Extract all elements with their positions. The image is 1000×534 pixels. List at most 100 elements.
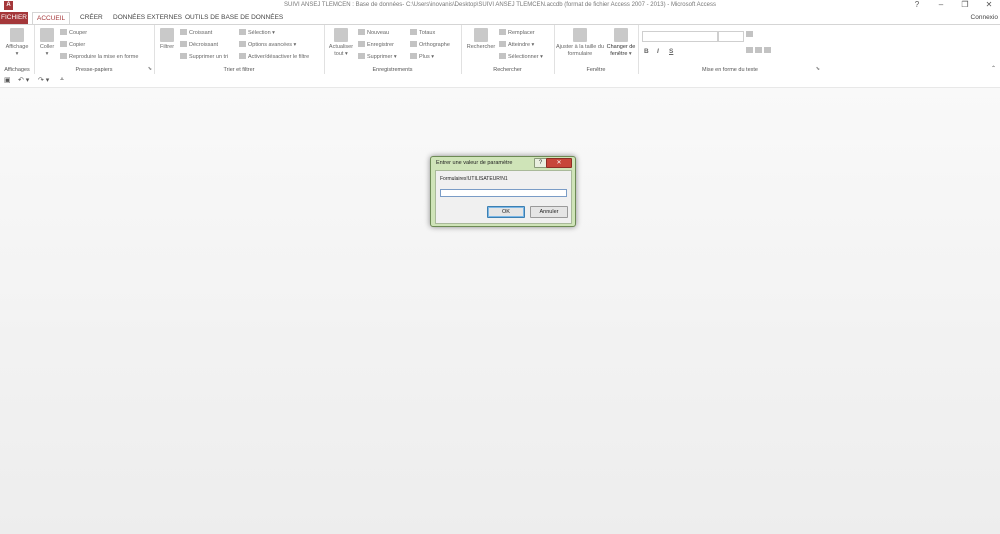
italic-button[interactable]: I: [657, 48, 659, 55]
undo-icon[interactable]: ↶ ▾: [18, 76, 29, 84]
refresh-all-label: Actualiser tout: [328, 44, 354, 57]
tab-external-data[interactable]: DONNÉES EXTERNES: [109, 12, 186, 24]
replace-button[interactable]: Remplacer: [499, 29, 535, 36]
more-icon: [410, 53, 417, 59]
font-name-select[interactable]: [642, 31, 718, 42]
sign-in-link[interactable]: Connexio: [971, 14, 998, 21]
underline-button[interactable]: S: [669, 48, 673, 55]
bullets-button[interactable]: [746, 31, 755, 38]
minimize-icon[interactable]: –: [936, 0, 946, 9]
align-buttons[interactable]: [746, 47, 773, 54]
text-formatting-group: B I S Mise en forme du texte ⬊: [638, 25, 822, 74]
align-center-icon: [755, 47, 762, 53]
sort-ascending-button[interactable]: Croissant: [180, 29, 212, 36]
customize-toolbar-icon[interactable]: ⩡: [60, 76, 64, 84]
tab-file[interactable]: FICHIER: [0, 12, 28, 24]
select-button[interactable]: Sélectionner ▾: [499, 53, 543, 60]
totals-button[interactable]: Totaux: [410, 29, 435, 36]
binoculars-icon: [474, 28, 488, 42]
tab-create[interactable]: CRÉER: [76, 12, 107, 24]
delete-record-label: Supprimer: [367, 54, 393, 60]
copy-icon: [60, 41, 67, 47]
goto-button[interactable]: Atteindre ▾: [499, 41, 534, 48]
bold-button[interactable]: B: [644, 48, 649, 55]
sort-descending-button[interactable]: Décroissant: [180, 41, 218, 48]
advanced-filter-label: Options avancées: [248, 42, 293, 48]
ok-button[interactable]: OK: [487, 206, 525, 218]
workspace: [0, 88, 1000, 534]
save-record-label: Enregistrer: [367, 42, 394, 48]
toggle-filter-label: Activer/désactiver le filtre: [248, 54, 310, 60]
delete-record-button[interactable]: Supprimer ▾: [358, 53, 397, 60]
view-button[interactable]: Affichage ▾: [2, 28, 32, 58]
dialog-title: Entrer une valeur de paramètre: [436, 160, 513, 166]
restore-icon[interactable]: ❐: [960, 0, 970, 9]
cancel-button[interactable]: Annuler: [530, 206, 568, 218]
fit-to-form-button[interactable]: Ajuster à la taille du formulaire: [556, 28, 604, 58]
cut-button[interactable]: Couper: [60, 29, 87, 36]
copy-button[interactable]: Copier: [60, 41, 85, 48]
font-size-select[interactable]: [718, 31, 744, 42]
toggle-filter-icon: [239, 53, 246, 59]
replace-icon: [499, 29, 506, 35]
sort-filter-group: Filtrer Croissant Décroissant Supprimer …: [154, 25, 325, 74]
toggle-filter-button[interactable]: Activer/désactiver le filtre: [239, 53, 309, 60]
select-icon: [499, 53, 506, 59]
advanced-filter-button[interactable]: Options avancées ▾: [239, 41, 296, 48]
selection-filter-icon: [239, 29, 246, 35]
copy-label: Copier: [69, 42, 86, 48]
filter-button[interactable]: Filtrer: [157, 28, 177, 51]
advanced-filter-icon: [239, 41, 246, 47]
sigma-icon: [410, 29, 417, 35]
records-group-label: Enregistrements: [372, 67, 413, 73]
collapse-ribbon-icon[interactable]: ⌃: [991, 65, 996, 72]
goto-label: Atteindre: [508, 42, 531, 48]
save-icon: [358, 41, 365, 47]
dialog-close-icon[interactable]: ✕: [546, 158, 572, 168]
ribbon: Affichage ▾ Affichages Coller ▾ Couper Cop…: [0, 24, 1000, 75]
window-group: Ajuster à la taille du formulaire Change…: [554, 25, 639, 74]
find-button[interactable]: Rechercher: [464, 28, 498, 51]
parameter-dialog: Entrer une valeur de paramètre ? ✕ Formu…: [430, 156, 576, 227]
more-button[interactable]: Plus ▾: [410, 53, 434, 60]
select-label: Sélectionner: [508, 54, 539, 60]
refresh-all-button[interactable]: Actualiser tout ▾: [327, 28, 355, 58]
fit-form-icon: [573, 28, 587, 42]
window-group-label: Fenêtre: [586, 67, 606, 73]
save-icon[interactable]: ▣: [4, 76, 11, 84]
align-left-icon: [746, 47, 753, 53]
records-group: Actualiser tout ▾ Nouveau Enregistrer Su…: [324, 25, 462, 74]
switch-windows-icon: [614, 28, 628, 42]
tab-database-tools[interactable]: OUTILS DE BASE DE DONNÉES: [181, 12, 287, 24]
spelling-button[interactable]: Orthographe: [410, 41, 450, 48]
dialog-launcher-icon[interactable]: ⬊: [148, 66, 152, 72]
redo-icon[interactable]: ↷ ▾: [38, 76, 49, 84]
switch-windows-label: Changer de fenêtre: [606, 44, 636, 57]
format-painter-button[interactable]: Reproduire la mise en forme: [60, 53, 138, 60]
clipboard-group-label: Presse-papiers: [75, 67, 113, 73]
views-group-label: Affichages: [4, 67, 30, 73]
selection-label: Sélection: [248, 30, 271, 36]
parameter-value-input[interactable]: [440, 189, 567, 197]
find-group: Rechercher Remplacer Atteindre ▾ Sélecti…: [461, 25, 555, 74]
close-icon[interactable]: ✕: [984, 0, 994, 9]
format-painter-label: Reproduire la mise en forme: [69, 54, 139, 60]
ribbon-tabs: FICHIER ACCUEIL CRÉER DONNÉES EXTERNES O…: [0, 12, 1000, 25]
clipboard-group: Coller ▾ Couper Copier Reproduire la mise…: [34, 25, 155, 74]
spelling-icon: [410, 41, 417, 47]
remove-sort-button[interactable]: Supprimer un tri: [180, 53, 228, 60]
paste-button[interactable]: Coller ▾: [36, 28, 58, 58]
dialog-body: Formulaires!UTILISATEUR!N1 OK Annuler: [435, 170, 572, 224]
parameter-prompt: Formulaires!UTILISATEUR!N1: [440, 176, 508, 182]
text-format-launcher-icon[interactable]: ⬊: [816, 66, 820, 72]
filter-label: Filtrer: [159, 44, 175, 50]
remove-sort-icon: [180, 53, 187, 59]
arrow-right-icon: [499, 41, 506, 47]
switch-windows-button[interactable]: Changer de fenêtre ▾: [604, 28, 638, 58]
save-record-button[interactable]: Enregistrer: [358, 41, 394, 48]
help-icon[interactable]: ?: [912, 0, 922, 9]
new-record-button[interactable]: Nouveau: [358, 29, 389, 36]
selection-button[interactable]: Sélection ▾: [239, 29, 275, 36]
view-icon: [10, 28, 24, 42]
text-formatting-group-label: Mise en forme du texte: [702, 67, 758, 73]
